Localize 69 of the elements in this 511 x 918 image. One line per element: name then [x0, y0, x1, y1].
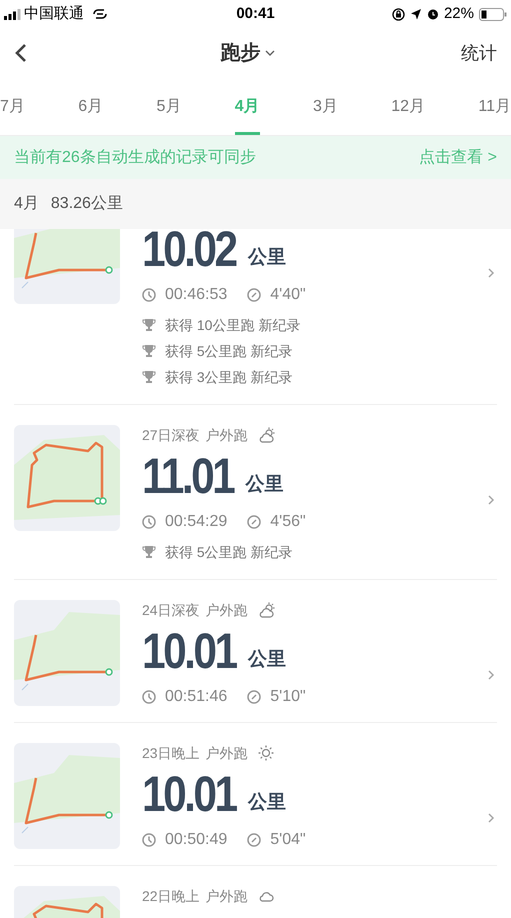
run-distance: 11.01: [142, 451, 234, 501]
month-label: 4月: [14, 194, 39, 214]
run-duration: 00:54:29: [165, 512, 228, 532]
sync-message: 当前有26条自动生成的记录可同步: [14, 148, 256, 168]
month-tab[interactable]: 11月: [478, 78, 511, 135]
chevron-down-icon: [264, 50, 274, 56]
trophy-icon: [142, 344, 156, 358]
run-distance: 10.01: [142, 626, 236, 676]
detail-chevron[interactable]: [487, 668, 497, 682]
run-pace: 5'04": [270, 830, 306, 850]
month-tab[interactable]: 6月: [78, 78, 104, 135]
month-tab[interactable]: 3月: [313, 78, 338, 135]
sun-cloud-icon: [258, 427, 276, 443]
record-text: 获得 5公里跑 新纪录: [165, 542, 293, 562]
gauge-icon: [247, 515, 262, 529]
run-pace: 5'10": [270, 687, 306, 707]
month-tab[interactable]: 5月: [156, 78, 182, 135]
gauge-icon: [247, 833, 262, 847]
trophy-icon: [142, 370, 156, 384]
run-date: 24日深夜: [142, 600, 200, 620]
location-icon: [410, 8, 422, 20]
record-text: 获得 5公里跑 新纪录: [165, 342, 293, 360]
distance-unit: 公里: [245, 472, 284, 496]
distance-unit: 公里: [248, 648, 286, 672]
sport-type-dropdown[interactable]: 跑步: [34, 38, 461, 68]
sun-icon: [258, 745, 274, 761]
sun-cloud-icon: [258, 602, 276, 618]
clock-icon: [142, 515, 156, 529]
gauge-icon: [247, 288, 262, 302]
run-date: 22日晚上: [142, 886, 200, 906]
record-text: 获得 10公里跑 新纪录: [165, 316, 300, 334]
clock-icon: [142, 833, 156, 847]
battery-icon: [479, 8, 507, 20]
run-date: 23日晚上: [142, 744, 200, 762]
detail-chevron[interactable]: [487, 811, 497, 825]
run-type: 户外跑: [206, 600, 248, 620]
run-type: 户外跑: [206, 886, 248, 906]
trophy-icon: [142, 545, 156, 559]
run-duration: 00:51:46: [165, 687, 228, 707]
detail-chevron[interactable]: [487, 266, 497, 280]
clock-icon: [142, 288, 156, 302]
gauge-icon: [247, 690, 262, 704]
month-tab[interactable]: 12月: [391, 78, 426, 135]
distance-unit: 公里: [248, 790, 286, 814]
month-total: 83.26公里: [50, 194, 123, 214]
run-pace: 4'56": [270, 512, 306, 532]
cloud-icon: [258, 890, 274, 902]
signal-icon: [4, 8, 21, 20]
record-text: 获得 3公里跑 新纪录: [165, 368, 293, 386]
rotation-lock-icon: [392, 8, 405, 20]
month-tab[interactable]: 7月: [0, 78, 25, 135]
detail-chevron[interactable]: [487, 493, 497, 507]
run-distance: 10.01: [142, 769, 236, 819]
run-type: 户外跑: [206, 426, 248, 444]
run-distance: 10.02: [142, 229, 236, 274]
distance-unit: 公里: [248, 246, 286, 270]
alarm-icon: [426, 8, 439, 20]
carrier-name: 中国联通: [24, 4, 84, 24]
clock-time: 00:41: [235, 4, 276, 24]
run-pace: 4'40": [270, 285, 306, 305]
run-type: 户外跑: [206, 744, 248, 762]
run-date: 27日深夜: [142, 426, 200, 444]
trophy-icon: [142, 318, 156, 332]
stats-button[interactable]: 统计: [461, 40, 497, 66]
clock-icon: [142, 690, 156, 704]
battery-percent: 22%: [444, 4, 474, 24]
run-duration: 00:50:49: [165, 830, 228, 850]
loop-icon: [91, 8, 109, 20]
run-duration: 00:46:53: [165, 285, 228, 305]
